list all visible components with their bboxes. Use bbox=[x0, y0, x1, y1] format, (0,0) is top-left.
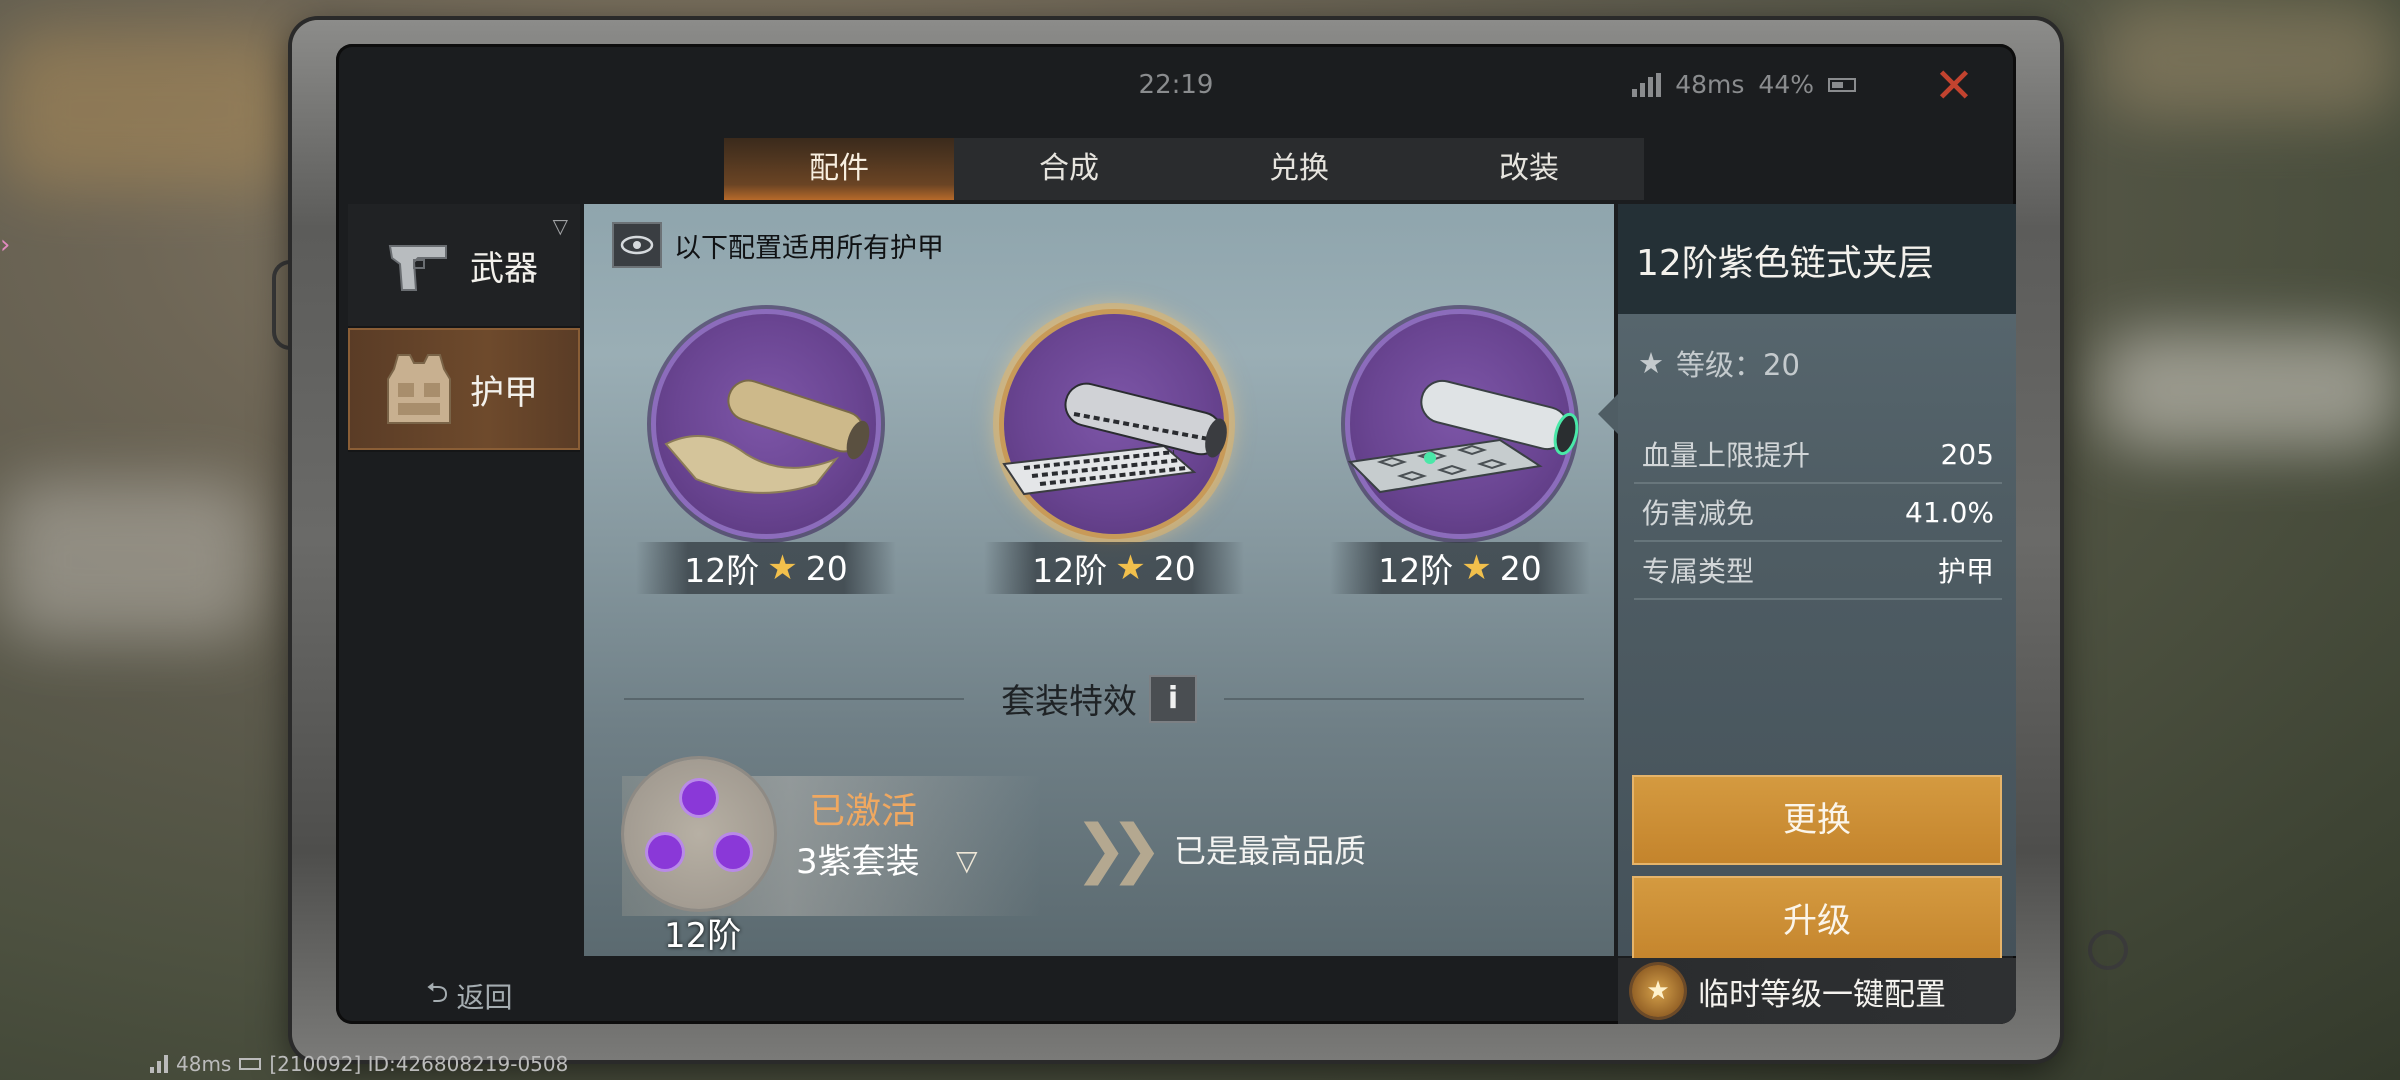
debug-id: [210092] ID:426808219-0508 bbox=[269, 1052, 569, 1076]
tab-exchange[interactable]: 兑换 bbox=[1184, 138, 1414, 200]
stat-label: 伤害减免 bbox=[1642, 497, 1755, 530]
double-chevron-right-icon: ❯❯ bbox=[1074, 812, 1163, 886]
config-note-text: 以下配置适用所有护甲 bbox=[674, 232, 944, 264]
tab-synthesis[interactable]: 合成 bbox=[954, 138, 1184, 200]
debug-info: 48ms [210092] ID:426808219-0508 bbox=[150, 1052, 568, 1076]
star-value: 20 bbox=[805, 548, 848, 588]
max-quality-note: 已是最高品质 bbox=[1174, 832, 1367, 870]
tablet-strap-ring bbox=[2088, 930, 2128, 970]
slot-caption: 12阶 ★ 20 bbox=[636, 542, 896, 594]
purple-dot bbox=[648, 835, 682, 869]
signal-icon bbox=[1632, 72, 1662, 97]
accessory-slot-1[interactable]: 12阶 ★ 20 bbox=[636, 314, 896, 594]
tab-modify[interactable]: 改装 bbox=[1414, 138, 1644, 200]
tab-bar: 配件 合成 兑换 改装 bbox=[724, 138, 1644, 200]
battery-text: 44% bbox=[1758, 70, 1814, 99]
set-badge-icon bbox=[624, 759, 774, 909]
close-icon[interactable]: ✕ bbox=[1932, 62, 1976, 110]
quick-config-label: 临时等级一键配置 bbox=[1698, 976, 1946, 1013]
stats-list: 血量上限提升 205 伤害减免 41.0% 专属类型 护甲 bbox=[1634, 426, 2002, 600]
fabric-roll-icon bbox=[664, 379, 870, 494]
purple-dot bbox=[682, 781, 716, 815]
debug-ping: 48ms bbox=[176, 1052, 232, 1076]
replace-button[interactable]: 更换 bbox=[1632, 775, 2002, 865]
tablet-frame: 22:19 48ms 44% ✕ 配件 合成 兑换 改装 武器 ▽ 护甲 以下配… bbox=[292, 20, 2060, 1060]
tier-text: 12阶 bbox=[1378, 551, 1454, 590]
sidebar-item-label: 护甲 bbox=[470, 372, 538, 413]
set-level: 12阶 bbox=[664, 916, 742, 956]
info-icon[interactable]: i bbox=[1149, 674, 1197, 723]
side-drawer-arrow-icon[interactable]: › bbox=[0, 230, 20, 290]
star-icon: ★ bbox=[1638, 346, 1664, 380]
sidebar-item-label: 武器 bbox=[470, 248, 538, 289]
sidebar-item-weapon[interactable]: 武器 ▽ bbox=[348, 204, 580, 328]
purple-dot bbox=[716, 835, 750, 869]
quick-config-button[interactable]: ★ 临时等级一键配置 bbox=[1618, 958, 2016, 1024]
stat-value: 205 bbox=[1940, 437, 1994, 471]
network-status: 48ms 44% bbox=[1632, 70, 1856, 99]
config-note: 以下配置适用所有护甲 bbox=[612, 222, 944, 268]
stat-row: 血量上限提升 205 bbox=[1634, 426, 2002, 484]
status-bar: 22:19 48ms 44% ✕ bbox=[336, 44, 2016, 114]
upgrade-button[interactable]: 升级 bbox=[1632, 876, 2002, 966]
tier-text: 12阶 bbox=[1032, 551, 1108, 590]
tablet-screen: 22:19 48ms 44% ✕ 配件 合成 兑换 改装 武器 ▽ 护甲 以下配… bbox=[336, 44, 2016, 1024]
stat-label: 专属类型 bbox=[1642, 555, 1755, 588]
star-icon: ★ bbox=[1115, 548, 1146, 588]
set-effect-header: 套装特效 i bbox=[584, 674, 1614, 723]
tablet-strap bbox=[272, 260, 294, 350]
pistol-icon bbox=[374, 220, 464, 310]
battery-icon bbox=[239, 1058, 262, 1070]
battery-icon bbox=[1828, 77, 1856, 92]
item-title: 12阶紫色链式夹层 bbox=[1618, 204, 2016, 314]
background-roof bbox=[2100, 0, 2400, 120]
stat-label: 血量上限提升 bbox=[1642, 439, 1811, 472]
star-coin-icon: ★ bbox=[1632, 965, 1684, 1017]
item-level-text: 等级：20 bbox=[1676, 348, 1800, 382]
eye-icon[interactable] bbox=[612, 222, 662, 268]
accessory-panel: 以下配置适用所有护甲 12阶 ★ 20 12阶 ★ 20 12阶 ★ 20 套装… bbox=[584, 204, 1614, 956]
chevron-down-icon[interactable]: ▽ bbox=[956, 844, 978, 877]
background-building bbox=[2100, 330, 2400, 450]
slot-caption: 12阶 ★ 20 bbox=[1330, 542, 1590, 594]
item-level: ★ 等级：20 bbox=[1638, 342, 1800, 384]
stat-row: 伤害减免 41.0% bbox=[1634, 484, 2002, 542]
stat-value: 护甲 bbox=[1937, 555, 1994, 588]
star-value: 20 bbox=[1153, 548, 1196, 588]
sidebar-item-armor[interactable]: 护甲 bbox=[348, 328, 580, 452]
hex-roll-icon bbox=[1347, 379, 1579, 494]
accessory-slot-3[interactable]: 12阶 ★ 20 bbox=[1330, 314, 1590, 594]
star-value: 20 bbox=[1499, 548, 1542, 588]
tier-text: 12阶 bbox=[684, 551, 760, 590]
ping-text: 48ms bbox=[1675, 70, 1745, 99]
background-stairs bbox=[0, 480, 260, 640]
accessory-slot-2[interactable]: 12阶 ★ 20 bbox=[984, 314, 1244, 594]
chain-roll-icon bbox=[1002, 382, 1227, 496]
stat-value: 41.0% bbox=[1905, 495, 1994, 529]
armor-vest-icon bbox=[374, 344, 464, 434]
back-arrow-icon: ⮌ bbox=[426, 976, 449, 1009]
set-name: 3紫套装 bbox=[796, 842, 920, 882]
set-status: 已激活 bbox=[809, 791, 918, 832]
background-wall bbox=[0, 30, 300, 190]
star-icon: ★ bbox=[767, 548, 798, 588]
star-icon: ★ bbox=[1461, 548, 1492, 588]
tab-accessories[interactable]: 配件 bbox=[724, 138, 954, 200]
back-label: 返回 bbox=[456, 981, 513, 1014]
dropdown-triangle-icon: ▽ bbox=[552, 214, 568, 238]
detail-panel: 12阶紫色链式夹层 ★ 等级：20 血量上限提升 205 伤害减免 41.0% … bbox=[1618, 204, 2016, 966]
stat-row: 专属类型 护甲 bbox=[1634, 542, 2002, 600]
side-nav: 武器 ▽ 护甲 bbox=[348, 204, 580, 452]
signal-icon bbox=[150, 1055, 168, 1073]
slot-caption: 12阶 ★ 20 bbox=[984, 542, 1244, 594]
back-button[interactable]: ⮌ 返回 bbox=[426, 972, 512, 1020]
selection-pointer bbox=[1598, 392, 1620, 436]
set-effect-title: 套装特效 bbox=[1001, 682, 1137, 722]
